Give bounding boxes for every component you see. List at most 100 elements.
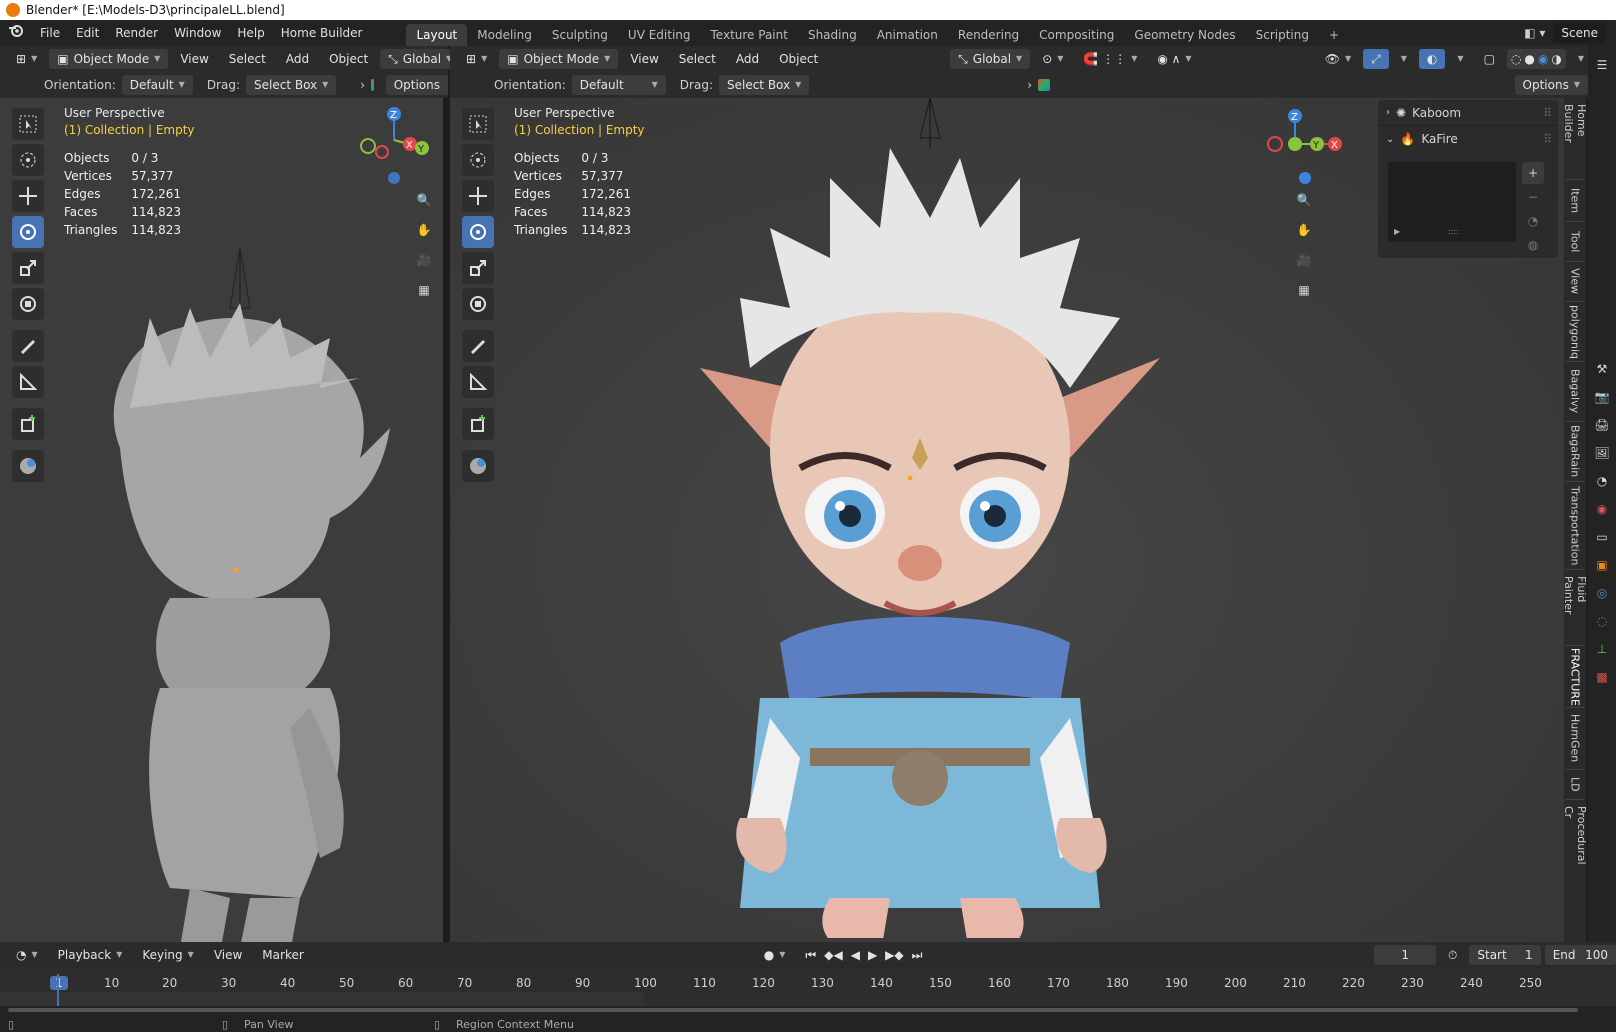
- wireframe-shading-icon[interactable]: ◌: [1511, 49, 1521, 69]
- left-drag-dropdown[interactable]: Select Box ▼: [246, 75, 337, 95]
- cursor-tool-icon[interactable]: [462, 144, 494, 176]
- panel-kafire[interactable]: ⌄ 🔥 KaFire ⠿: [1378, 126, 1558, 152]
- tool-props-icon[interactable]: ⚒: [1591, 358, 1613, 380]
- list-add-icon[interactable]: +: [1522, 162, 1544, 184]
- menu-help[interactable]: Help: [229, 20, 272, 46]
- right-menu-object[interactable]: Object: [771, 49, 826, 69]
- view-layer-props-icon[interactable]: 🖼: [1591, 442, 1613, 464]
- gizmo-toggle-icon[interactable]: ⤢: [1363, 49, 1389, 69]
- menu-timeline-view[interactable]: View: [206, 945, 250, 965]
- list-remove-icon[interactable]: −: [1522, 186, 1544, 208]
- timeline-editor-type-icon[interactable]: ◔ ▼: [8, 945, 46, 965]
- pan-hand-icon[interactable]: ✋: [410, 216, 438, 244]
- material-tool-icon[interactable]: [462, 450, 494, 482]
- prev-keyframe-icon[interactable]: ◆◀: [824, 945, 842, 965]
- tab-scripting[interactable]: Scripting: [1246, 24, 1319, 46]
- pivot-point-icon[interactable]: ⊙ ▼: [1034, 49, 1071, 69]
- render-props-icon[interactable]: 📷: [1591, 386, 1613, 408]
- sidebar-tab-view[interactable]: View: [1566, 262, 1584, 302]
- sidebar-tab-ld[interactable]: LD: [1566, 770, 1584, 800]
- constraint-props-icon[interactable]: ⊥: [1591, 638, 1613, 660]
- right-orientation-dropdown[interactable]: Default ▼: [571, 75, 666, 95]
- move-tool-icon[interactable]: [12, 180, 44, 212]
- overlay-dropdown-icon[interactable]: ▼: [1449, 49, 1471, 69]
- editor-type-icon[interactable]: ⊞ ▼: [8, 49, 45, 69]
- right-menu-add[interactable]: Add: [728, 49, 767, 69]
- measure-tool-icon[interactable]: [462, 366, 494, 398]
- expand-chevron-icon[interactable]: ›: [1027, 78, 1032, 92]
- physics-props-icon[interactable]: ◌: [1591, 610, 1613, 632]
- list-item-action-icon[interactable]: ◔: [1522, 210, 1544, 232]
- right-mode-dropdown[interactable]: ▣ Object Mode ▼: [499, 49, 619, 69]
- sidebar-tab-transportation[interactable]: Transportation: [1566, 482, 1584, 570]
- right-navigation-gizmo[interactable]: Z X Y: [1245, 104, 1345, 188]
- right-options-button[interactable]: Options ▼: [1514, 75, 1588, 95]
- left-menu-add[interactable]: Add: [278, 49, 317, 69]
- tab-rendering[interactable]: Rendering: [948, 24, 1029, 46]
- sidebar-tab-fluid-painter[interactable]: Fluid Painter: [1562, 570, 1588, 646]
- menu-playback[interactable]: Playback ▼: [50, 945, 131, 965]
- left-3d-viewport[interactable]: User Perspective (1) Collection | Empty …: [0, 98, 446, 942]
- left-orientation-dropdown[interactable]: Default ▼: [121, 75, 193, 95]
- texture-props-icon[interactable]: ▩: [1591, 666, 1613, 688]
- transform-tool-icon[interactable]: [12, 288, 44, 320]
- left-menu-select[interactable]: Select: [221, 49, 274, 69]
- menu-marker[interactable]: Marker: [254, 945, 311, 965]
- material-tool-icon[interactable]: [12, 450, 44, 482]
- camera-view-icon[interactable]: 🎥: [1290, 246, 1318, 274]
- play-reverse-icon[interactable]: ◀: [851, 945, 860, 965]
- output-props-icon[interactable]: 🖨: [1591, 414, 1613, 436]
- xray-icon[interactable]: ▢: [1476, 49, 1503, 69]
- perspective-grid-icon[interactable]: ▦: [1290, 276, 1318, 304]
- transform-tool-icon[interactable]: [462, 288, 494, 320]
- menu-home-builder[interactable]: Home Builder: [273, 20, 371, 46]
- start-frame-field[interactable]: Start 1: [1469, 945, 1541, 965]
- modifier-props-icon[interactable]: ◎: [1591, 582, 1613, 604]
- menu-render[interactable]: Render: [107, 20, 166, 46]
- rotate-tool-icon[interactable]: [462, 216, 494, 248]
- scale-tool-icon[interactable]: [462, 252, 494, 284]
- list-item-settings-icon[interactable]: ◍: [1522, 234, 1544, 256]
- right-3d-viewport[interactable]: User Perspective (1) Collection | Empty …: [450, 98, 1564, 942]
- sidebar-tab-tool[interactable]: Tool: [1566, 222, 1584, 262]
- panel-kaboom[interactable]: › ✺ Kaboom ⠿: [1378, 100, 1558, 126]
- properties-editor-icon[interactable]: ☰: [1591, 54, 1613, 76]
- tab-animation[interactable]: Animation: [867, 24, 948, 46]
- solid-shading-icon[interactable]: ●: [1524, 49, 1534, 69]
- tab-sculpting[interactable]: Sculpting: [542, 24, 618, 46]
- rotate-tool-icon[interactable]: [12, 216, 44, 248]
- auto-keying-icon[interactable]: ● ▼: [756, 945, 794, 965]
- annotate-tool-icon[interactable]: [462, 330, 494, 362]
- scene-selector[interactable]: Scene: [1553, 23, 1606, 43]
- play-icon[interactable]: ▶: [868, 945, 877, 965]
- select-box-tool-icon[interactable]: [12, 108, 44, 140]
- visibility-icon[interactable]: 👁 ▼: [1317, 49, 1359, 69]
- sidebar-tab-home-builder[interactable]: Home Builder: [1562, 98, 1588, 180]
- add-cube-tool-icon[interactable]: [12, 408, 44, 440]
- sidebar-tab-humgen[interactable]: HumGen: [1566, 708, 1584, 770]
- tab-uv-editing[interactable]: UV Editing: [618, 24, 701, 46]
- add-cube-tool-icon[interactable]: [462, 408, 494, 440]
- camera-view-icon[interactable]: 🎥: [410, 246, 438, 274]
- zoom-icon[interactable]: 🔍: [410, 186, 438, 214]
- sidebar-tab-item[interactable]: Item: [1566, 180, 1584, 222]
- resize-handle-icon[interactable]: ::::: [1448, 227, 1459, 236]
- cursor-tool-icon[interactable]: [12, 144, 44, 176]
- right-menu-view[interactable]: View: [622, 49, 666, 69]
- menu-edit[interactable]: Edit: [68, 20, 107, 46]
- right-menu-select[interactable]: Select: [671, 49, 724, 69]
- playhead[interactable]: [57, 974, 59, 1006]
- left-options-button[interactable]: Options: [385, 75, 448, 95]
- select-box-tool-icon[interactable]: [462, 108, 494, 140]
- current-frame-field[interactable]: 1: [1374, 945, 1436, 965]
- left-mode-dropdown[interactable]: ▣ Object Mode ▼: [49, 49, 169, 69]
- timeline-scrollbar[interactable]: [0, 1006, 1616, 1014]
- material-shading-icon[interactable]: ◉: [1538, 49, 1548, 69]
- left-menu-object[interactable]: Object: [321, 49, 376, 69]
- tab-shading[interactable]: Shading: [798, 24, 867, 46]
- jump-end-icon[interactable]: ⏭: [912, 945, 923, 965]
- snap-icon[interactable]: 🧲 ⋮⋮ ▼: [1075, 49, 1145, 69]
- tab-texture-paint[interactable]: Texture Paint: [701, 24, 798, 46]
- editor-type-icon[interactable]: ⊞ ▼: [458, 49, 495, 69]
- pan-hand-icon[interactable]: ✋: [1290, 216, 1318, 244]
